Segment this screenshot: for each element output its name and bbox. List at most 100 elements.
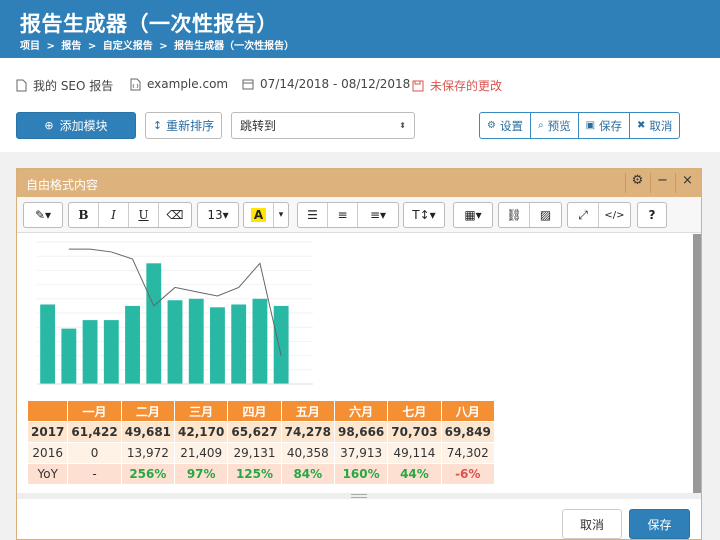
table-cell: 49,114 xyxy=(387,442,442,464)
format-group: B I U ⌫ xyxy=(68,202,192,228)
date-range[interactable]: 07/14/2018 - 08/12/2018 xyxy=(242,77,410,91)
sort-icon: ↕ xyxy=(152,119,163,132)
grip-icon xyxy=(351,494,367,498)
table-cell xyxy=(26,400,69,422)
table-cell: 49,681 xyxy=(120,421,176,443)
table-cell: 125% xyxy=(227,463,282,485)
table-cell: 八月 xyxy=(440,400,495,422)
minimize-icon[interactable]: − xyxy=(650,173,674,193)
numbered-list-icon[interactable]: ≡ xyxy=(328,203,358,227)
scrollbar-thumb[interactable] xyxy=(693,234,701,494)
editor-content[interactable]: 一月 二月 三月 四月 五月 六月 七月 八月 2017 61,422 49,681 42,170 65… xyxy=(26,236,693,490)
table-row: 2016 0 13,972 21,409 29,131 40,358 37,913 49,11… xyxy=(26,442,495,464)
table-cell: 65,627 xyxy=(227,421,282,443)
gear-icon: ⚙ xyxy=(487,120,496,131)
table-cell: 四月 xyxy=(227,400,282,422)
table-cell: 三月 xyxy=(174,400,229,422)
bold-icon[interactable]: B xyxy=(69,203,99,227)
module-header: 自由格式内容 ⚙ − × xyxy=(17,169,701,197)
select-arrows-icon: ⬍ xyxy=(399,121,406,130)
page-header: 报告生成器（一次性报告） 项目 > 报告 > 自定义报告 > 报告生成器（一次性… xyxy=(0,0,720,58)
breadcrumb-item-reports[interactable]: 报告 xyxy=(61,41,81,52)
breadcrumb: 项目 > 报告 > 自定义报告 > 报告生成器（一次性报告） xyxy=(20,41,295,52)
module-title: 自由格式内容 xyxy=(26,178,99,192)
chart-bar xyxy=(231,304,247,384)
bar-line-chart xyxy=(37,241,313,385)
table-row: YoY -256% 97% 125% 84% 160% 44% -6% xyxy=(26,463,495,485)
table-cell: 74,278 xyxy=(280,421,335,443)
align-icon[interactable]: ≡▾ xyxy=(358,203,398,227)
chevron-down-icon[interactable]: ▾ xyxy=(274,203,288,227)
chart-bar xyxy=(167,300,183,384)
chart-bar xyxy=(252,298,268,384)
table-cell: 六月 xyxy=(333,400,389,422)
footer-cancel-button[interactable]: 取消 xyxy=(562,509,622,539)
calendar-icon xyxy=(242,79,254,90)
table-cell: YoY xyxy=(26,463,69,485)
preview-button[interactable]: ⌕ 预览 xyxy=(531,113,579,138)
table-icon[interactable]: ▦▾ xyxy=(454,203,492,227)
magic-wand-icon[interactable]: ✎▾ xyxy=(24,203,62,227)
breadcrumb-item-project[interactable]: 项目 xyxy=(20,41,40,52)
image-icon[interactable]: ▨ xyxy=(530,203,561,227)
report-domain: example.com xyxy=(130,77,228,91)
table-cell: 42,170 xyxy=(174,421,229,443)
table-cell: 61,422 xyxy=(67,421,122,443)
style-group: ✎▾ xyxy=(23,202,63,228)
table-cell: 97% xyxy=(174,463,229,485)
bullet-list-icon[interactable]: ☰ xyxy=(298,203,328,227)
code-file-icon xyxy=(130,78,141,90)
font-size-dropdown[interactable]: 13 ▾ xyxy=(198,203,238,227)
table-cell: 一月 xyxy=(67,400,122,422)
table-cell: 84% xyxy=(280,463,335,485)
report-name[interactable]: 我的 SEO 报告 xyxy=(16,77,113,94)
chart-bar xyxy=(103,320,119,384)
table-cell: 13,972 xyxy=(120,442,176,464)
help-group: ? xyxy=(637,202,667,228)
code-view-icon[interactable]: </> xyxy=(599,203,630,227)
table-cell: 29,131 xyxy=(227,442,282,464)
fullscreen-icon[interactable]: ⤢ xyxy=(568,203,599,227)
embedded-chart-image xyxy=(27,236,323,396)
close-icon[interactable]: × xyxy=(675,173,699,193)
table-cell: 98,666 xyxy=(333,421,389,443)
editor-toolbar: ✎▾ B I U ⌫ 13 ▾ A ▾ ☰ ≡ ≡▾ T↕▾ ▦▾ ⛓ ▨ ⤢ … xyxy=(17,197,701,233)
save-button[interactable]: ▣ 保存 xyxy=(579,113,631,138)
breadcrumb-item-custom[interactable]: 自定义报告 xyxy=(103,41,153,52)
unsaved-status: 未保存的更改 xyxy=(412,77,502,94)
editor-scrollbar[interactable] xyxy=(693,234,701,494)
jump-to-select[interactable]: 跳转到 ⬍ xyxy=(231,112,415,139)
font-size-group: 13 ▾ xyxy=(197,202,239,228)
table-cell: 五月 xyxy=(280,400,335,422)
table-cell: 21,409 xyxy=(174,442,229,464)
text-height-icon[interactable]: T↕▾ xyxy=(404,203,444,227)
link-icon[interactable]: ⛓ xyxy=(499,203,530,227)
breadcrumb-item-current: 报告生成器（一次性报告） xyxy=(174,41,295,52)
italic-icon[interactable]: I xyxy=(99,203,129,227)
underline-icon[interactable]: U xyxy=(129,203,159,227)
footer-save-button[interactable]: 保存 xyxy=(629,509,690,539)
floppy-icon: ▣ xyxy=(585,120,596,131)
add-module-button[interactable]: ⊕ 添加模块 xyxy=(16,112,136,139)
highlight-color-icon[interactable]: A xyxy=(244,203,274,227)
view-group: ⤢ </> xyxy=(567,202,631,228)
table-cell: 七月 xyxy=(387,400,442,422)
eraser-icon[interactable]: ⌫ xyxy=(159,203,191,227)
table-cell: 2017 xyxy=(26,421,69,443)
table-cell: 二月 xyxy=(120,400,176,422)
text-height-group: T↕▾ xyxy=(403,202,445,228)
help-icon[interactable]: ? xyxy=(638,203,666,227)
reorder-button[interactable]: ↕ 重新排序 xyxy=(145,112,222,139)
table-row: 2017 61,422 49,681 42,170 65,627 74,278 98,666… xyxy=(26,421,495,443)
color-group: A ▾ xyxy=(243,202,289,228)
gear-icon[interactable]: ⚙ xyxy=(625,173,649,193)
table-header-row: 一月 二月 三月 四月 五月 六月 七月 八月 xyxy=(26,400,495,422)
table-cell: 37,913 xyxy=(333,442,389,464)
table-cell: 2016 xyxy=(26,442,69,464)
floppy-icon xyxy=(412,80,424,91)
action-button-group: ⚙ 设置 ⌕ 预览 ▣ 保存 ✖ 取消 xyxy=(479,112,681,139)
insert-group: ⛓ ▨ xyxy=(498,202,562,228)
cancel-button[interactable]: ✖ 取消 xyxy=(630,113,679,138)
search-icon: ⌕ xyxy=(537,120,544,131)
settings-button[interactable]: ⚙ 设置 xyxy=(480,113,531,138)
